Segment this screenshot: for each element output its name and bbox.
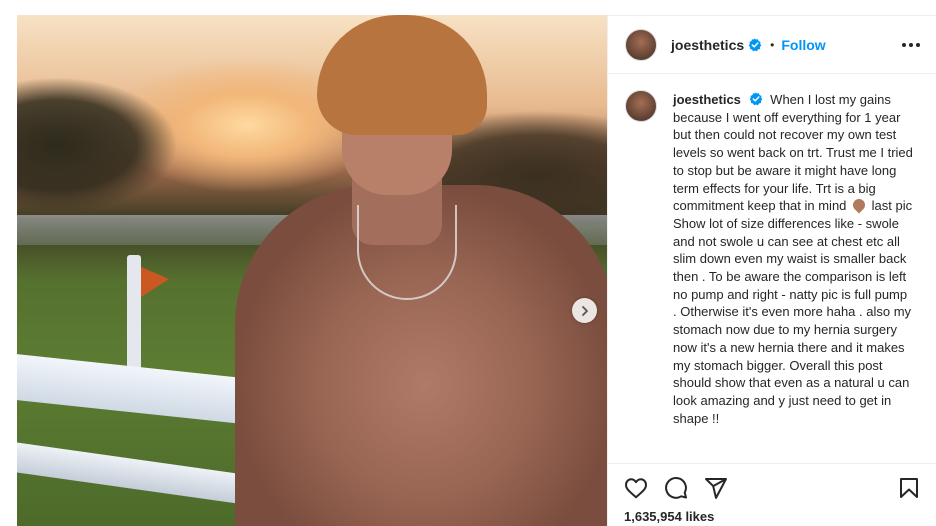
post-author-username[interactable]: joesthetics (671, 37, 744, 53)
next-photo-button[interactable] (572, 298, 597, 323)
bookmark-icon[interactable] (897, 476, 921, 500)
photo-subject-hair (317, 15, 487, 135)
photo-flag (141, 267, 169, 297)
caption-body-part-2: last pic Show lot of size differences li… (673, 198, 913, 426)
action-row (624, 476, 921, 500)
post-header: joesthetics • Follow (608, 16, 936, 74)
instagram-post-view: joesthetics • Follow joesthetics When I … (0, 0, 936, 526)
post-actions: 1,635,954 likes (608, 463, 936, 526)
avatar[interactable] (625, 28, 657, 61)
caption-body-part-1: When I lost my gains because I went off … (673, 92, 913, 214)
heart-icon[interactable] (624, 476, 648, 500)
chevron-right-icon (581, 305, 588, 316)
verified-badge-icon (748, 37, 762, 52)
post-photo[interactable] (17, 15, 607, 526)
caption-username[interactable]: joesthetics (673, 92, 741, 107)
verified-badge-icon (749, 92, 763, 106)
more-options-icon[interactable] (902, 42, 920, 47)
brown-heart-icon (850, 196, 868, 214)
follow-button[interactable]: Follow (781, 37, 825, 53)
comment-icon[interactable] (664, 476, 688, 500)
header-separator: • (770, 37, 775, 52)
likes-count[interactable]: 1,635,954 likes (624, 509, 921, 524)
post-side-panel: joesthetics • Follow joesthetics When I … (607, 15, 936, 526)
avatar[interactable] (625, 90, 657, 122)
caption-text: joesthetics When I lost my gains because… (673, 91, 913, 463)
send-icon[interactable] (704, 476, 728, 500)
caption-section: joesthetics When I lost my gains because… (608, 75, 936, 463)
